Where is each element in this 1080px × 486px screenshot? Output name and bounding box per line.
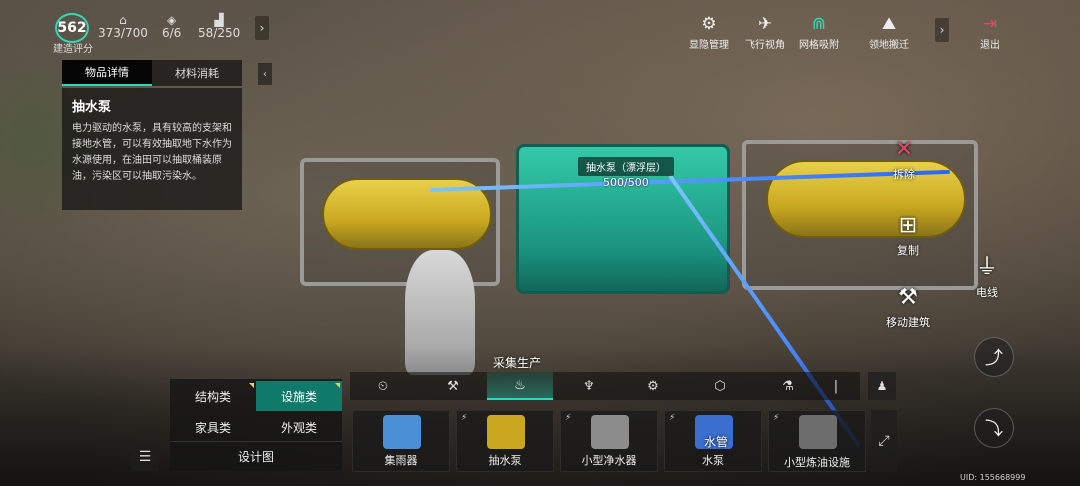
- magnet-icon: ⋒: [811, 14, 827, 34]
- gear-icon: ⚙: [701, 14, 717, 34]
- copy-label: 复制: [897, 244, 919, 257]
- visibility-label: 显隐管理: [689, 40, 729, 51]
- power-icon: ⚡: [773, 413, 780, 423]
- item-small-refinery[interactable]: ⚡ 小型炼油设施: [768, 410, 866, 472]
- info-collapse-button[interactable]: ‹: [258, 63, 272, 85]
- stat-buildings-value: 373/700: [98, 26, 148, 40]
- cook-icon[interactable]: ♆: [556, 372, 622, 400]
- copy-icon: ⊞: [898, 213, 918, 238]
- relocate-icon: ⛰: [881, 14, 897, 34]
- rain-collector-icon: [383, 415, 421, 449]
- jump-icon: ⤴: [985, 348, 1003, 369]
- demolish-label: 拆除: [893, 168, 915, 181]
- tab-material-cost[interactable]: 材料消耗: [152, 60, 242, 86]
- info-panel-tabs: 物品详情 材料消耗: [62, 60, 242, 86]
- tools-icon[interactable]: ⚒: [420, 372, 486, 400]
- item-label: 小型炼油设施: [784, 456, 850, 469]
- motorbike-icon[interactable]: ⚙: [620, 372, 686, 400]
- copy-button[interactable]: ⊞ 复制: [897, 214, 919, 258]
- subcategory-tabs: ⏲ ⚒ ♨ ♆ ⚙ ⬡ ⚗ |: [350, 372, 860, 400]
- hammer-icon: ⚒: [898, 285, 918, 310]
- wire-button[interactable]: ⏚ 电线: [976, 256, 998, 300]
- build-score-badge: 562: [55, 13, 89, 43]
- filter-person-button[interactable]: ♟: [868, 372, 896, 400]
- stat-buildings: ⌂ 373/700: [98, 14, 148, 40]
- machine-icon[interactable]: ⚗: [755, 372, 821, 400]
- filter-button[interactable]: ☰: [131, 443, 159, 471]
- item-label: 抽水泵: [488, 454, 522, 467]
- flight-view-button[interactable]: ✈ 飞行视角: [745, 14, 785, 51]
- exit-label: 退出: [980, 40, 1000, 51]
- clock-icon[interactable]: ⏲: [350, 372, 416, 400]
- category-structure[interactable]: 结构类: [170, 381, 256, 411]
- item-label: 水泵: [702, 454, 724, 467]
- blueprint-button[interactable]: 设计图: [170, 441, 342, 471]
- move-building-button[interactable]: ⚒ 移动建筑: [886, 286, 930, 330]
- wire-label: 电线: [976, 286, 998, 299]
- hud-expand-button[interactable]: ›: [255, 16, 269, 40]
- stat-tags-value: 6/6: [162, 26, 182, 40]
- demolish-button[interactable]: ✕ 拆除: [893, 138, 915, 182]
- flight-view-label: 飞行视角: [745, 40, 785, 51]
- small-refinery-icon: [799, 415, 837, 449]
- grid-snap-label: 网格吸附: [799, 40, 839, 51]
- plug-icon: ⏚: [976, 255, 999, 280]
- crouch-icon: ⤵: [985, 419, 1003, 440]
- category-furniture[interactable]: 家具类: [170, 412, 256, 442]
- water-pump-icon: [487, 415, 525, 449]
- item-label: 集雨器: [384, 454, 418, 467]
- stat-facilities-value: 58/250: [198, 26, 241, 40]
- item-rain-collector[interactable]: 集雨器: [352, 410, 450, 472]
- subcategory-title: 采集生产: [493, 356, 542, 370]
- power-icon: ⚡: [565, 413, 572, 423]
- build-score-value: 562: [57, 20, 87, 36]
- stat-tags: ◈ 6/6: [162, 14, 181, 40]
- category-appearance[interactable]: 外观类: [256, 412, 342, 442]
- item-small-purifier[interactable]: ⚡ 小型净水器: [560, 410, 658, 472]
- visibility-button[interactable]: ⚙ 显隐管理: [689, 14, 729, 51]
- user-id: UID: 155668999: [960, 473, 1026, 482]
- box-icon[interactable]: ⬡: [687, 372, 753, 400]
- tab-item-details[interactable]: 物品详情: [62, 60, 152, 86]
- build-score-label: 建造评分: [53, 44, 93, 55]
- factory-icon: ▟: [214, 13, 224, 27]
- selected-object-label: 抽水泵（漂浮层）: [578, 157, 674, 176]
- category-facility[interactable]: 设施类: [256, 381, 342, 411]
- drone-icon: ✈: [757, 14, 773, 34]
- relocate-button[interactable]: ⛰ 领地搬迁: [869, 14, 909, 51]
- relocate-label: 领地搬迁: [869, 40, 909, 51]
- tag-icon: ◈: [167, 13, 177, 27]
- grid-snap-button[interactable]: ⋒ 网格吸附: [799, 14, 839, 51]
- jump-button[interactable]: ⤴: [974, 337, 1014, 377]
- small-purifier-icon: [591, 415, 629, 449]
- move-building-label: 移动建筑: [886, 316, 930, 329]
- durability-readout: 500/500: [603, 176, 649, 189]
- demolish-icon: ✕: [894, 137, 914, 162]
- power-icon: ⚡: [461, 413, 468, 423]
- power-icon: ⚡: [669, 413, 676, 423]
- toolbar-expand-button[interactable]: ›: [935, 18, 949, 42]
- stat-facilities: ▟ 58/250: [198, 14, 240, 40]
- item-description: 电力驱动的水泵，具有较高的支架和接地水管，可以有效抽取地下水作为水源使用，在油田…: [72, 123, 232, 182]
- item-tooltip: 水管: [704, 435, 729, 449]
- exit-button[interactable]: ⇥ 退出: [980, 14, 1000, 51]
- info-panel: 抽水泵 电力驱动的水泵，具有较高的支架和接地水管，可以有效抽取地下水作为水源使用…: [62, 88, 242, 210]
- crouch-button[interactable]: ⤵: [974, 408, 1014, 448]
- item-label: 小型净水器: [581, 454, 637, 467]
- expand-menu-button[interactable]: ⤢: [871, 410, 897, 472]
- exit-icon: ⇥: [982, 14, 998, 34]
- harvest-icon[interactable]: ♨: [487, 372, 553, 400]
- item-water-pump[interactable]: ⚡ 抽水泵: [456, 410, 554, 472]
- building-icon: ⌂: [119, 13, 127, 27]
- item-title: 抽水泵: [72, 100, 112, 115]
- more-icon[interactable]: |: [816, 372, 856, 400]
